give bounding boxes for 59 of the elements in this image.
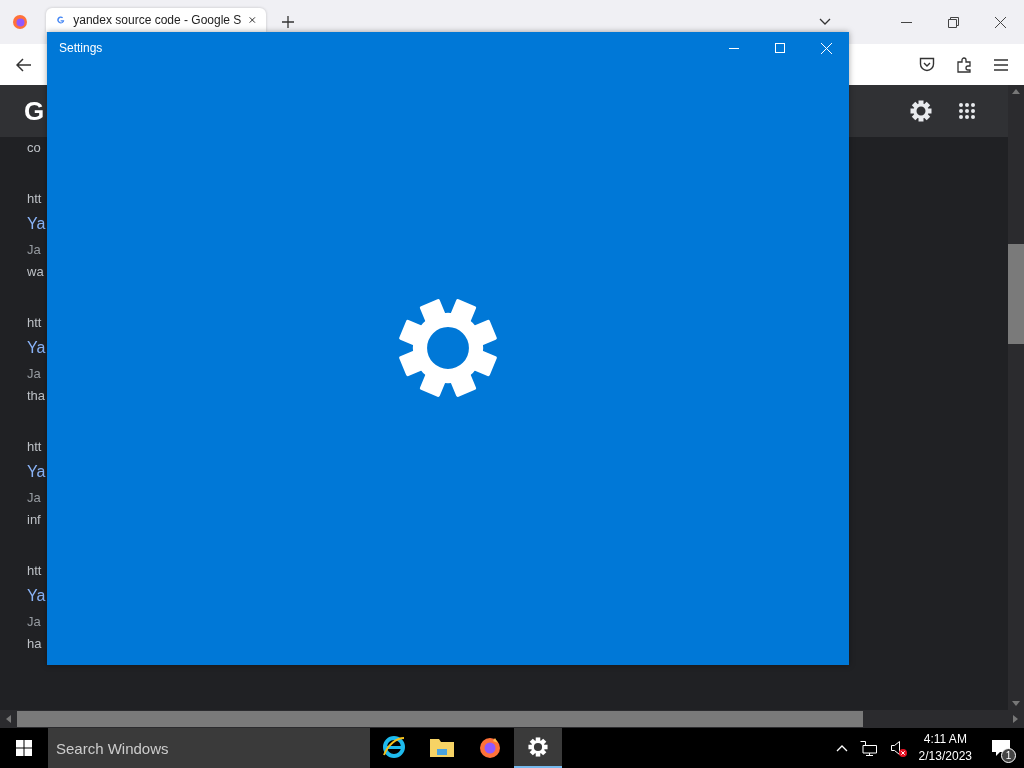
clock-time[interactable]: 4:11 AM (923, 731, 967, 748)
scroll-thumb[interactable] (1008, 244, 1024, 344)
result-url: htt (27, 190, 42, 208)
menu-icon[interactable] (994, 58, 1008, 71)
minimize-icon[interactable] (901, 21, 912, 23)
result-date: Ja (27, 489, 41, 507)
browser-tab[interactable]: yandex source code - Google S (46, 8, 266, 32)
back-arrow-icon[interactable] (16, 57, 32, 72)
result-snippet: wa (27, 263, 44, 281)
notification-count-badge: 1 (1001, 748, 1016, 763)
scroll-thumb[interactable] (17, 711, 863, 727)
puzzle-icon[interactable] (957, 56, 972, 73)
volume-icon[interactable] (890, 741, 905, 755)
show-hidden-icons-chevron-icon[interactable] (835, 744, 848, 752)
folder-icon (430, 737, 454, 757)
firefox-icon (478, 735, 502, 759)
vertical-scrollbar[interactable] (1008, 85, 1024, 710)
browser-logo-icon (12, 14, 28, 30)
result-snippet: co (27, 139, 41, 157)
clock-date[interactable]: 2/13/2023 (918, 748, 972, 765)
settings-gear-icon (399, 298, 497, 397)
new-tab-icon[interactable] (282, 16, 294, 28)
close-icon (820, 42, 832, 54)
restore-icon[interactable] (948, 16, 959, 28)
result-date: Ja (27, 365, 41, 383)
settings-icon[interactable] (910, 100, 932, 122)
result-snippet: ha (27, 635, 42, 653)
close-tab-icon[interactable] (249, 15, 256, 25)
horizontal-scrollbar[interactable] (0, 710, 1024, 728)
taskbar-app-button[interactable] (514, 728, 562, 768)
search-field[interactable]: Search Windows (48, 728, 370, 768)
gear-icon (528, 737, 548, 757)
google-logo[interactable]: G (24, 95, 45, 127)
result-title-link[interactable]: Ya (27, 457, 46, 487)
minimize-icon (729, 47, 739, 49)
windows-logo-icon (16, 740, 32, 756)
result-title-link[interactable]: Ya (27, 333, 46, 363)
browser-e-icon (382, 735, 406, 759)
result-date: Ja (27, 241, 41, 259)
result-url: htt (27, 314, 42, 332)
maximize-icon (775, 43, 785, 53)
close-icon[interactable] (995, 16, 1006, 28)
tab-title: yandex source code - Google S (73, 13, 242, 27)
result-url: htt (27, 562, 42, 580)
result-url: htt (27, 438, 42, 456)
scroll-right-arrow-icon[interactable] (1013, 715, 1018, 723)
apps-grid-icon[interactable] (958, 102, 976, 120)
scroll-left-arrow-icon[interactable] (6, 715, 11, 723)
network-icon[interactable] (859, 740, 877, 756)
result-snippet: tha (27, 387, 46, 405)
scroll-up-arrow-icon[interactable] (1012, 89, 1020, 94)
tab-list-chevron-icon[interactable] (819, 18, 831, 26)
result-snippet: inf (27, 511, 41, 529)
pocket-icon[interactable] (919, 57, 935, 72)
scroll-down-arrow-icon[interactable] (1012, 701, 1020, 706)
window-title: Settings (59, 41, 103, 55)
result-title-link[interactable]: Ya (27, 581, 46, 611)
result-title-link[interactable]: Ya (27, 209, 46, 239)
result-date: Ja (27, 613, 41, 631)
